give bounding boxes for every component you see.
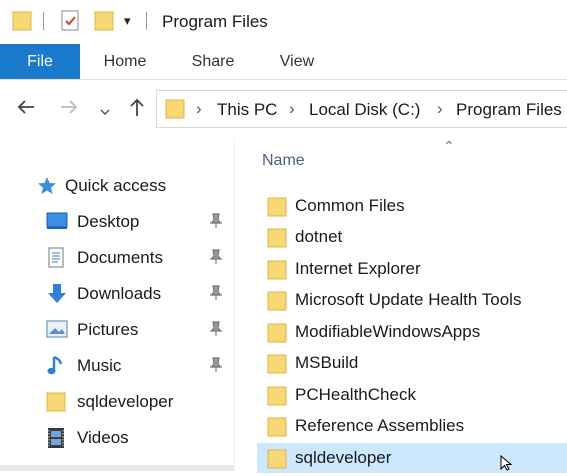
pin-icon[interactable] — [209, 213, 223, 234]
nav-item-label: Pictures — [77, 320, 139, 339]
folder-icon — [165, 98, 185, 125]
folder-icon — [267, 416, 287, 443]
nav-quick-access[interactable]: Quick access — [0, 168, 234, 204]
breadcrumb-this-pc[interactable]: This PC — [217, 100, 277, 120]
recent-locations-chevron-icon[interactable] — [99, 99, 111, 125]
separator — [43, 12, 44, 30]
file-row[interactable]: MSBuild — [257, 348, 567, 378]
folder-icon — [267, 259, 287, 286]
downloads-icon — [46, 283, 68, 310]
nav-item-label: Documents — [77, 248, 163, 267]
folder-icon — [267, 290, 287, 317]
file-row[interactable]: Reference Assemblies — [257, 411, 567, 441]
file-name: PCHealthCheck — [295, 385, 416, 404]
nav-item-label: Downloads — [77, 284, 162, 303]
folder-icon — [267, 322, 287, 349]
up-arrow-icon[interactable] — [127, 96, 147, 124]
folder-icon — [46, 391, 66, 418]
file-row[interactable]: Common Files — [257, 191, 567, 221]
file-name: ModifiableWindowsApps — [295, 322, 481, 341]
file-name: Reference Assemblies — [295, 416, 465, 435]
file-name: Microsoft Update Health Tools — [295, 290, 522, 309]
pin-icon[interactable] — [209, 249, 223, 270]
pin-icon[interactable] — [209, 285, 223, 306]
back-arrow-icon[interactable] — [16, 97, 36, 123]
pin-icon[interactable] — [209, 321, 223, 342]
navigation-pane: Quick access Desktop Documents Downloads — [0, 140, 234, 471]
nav-item-music[interactable]: Music — [0, 348, 234, 384]
documents-icon — [46, 247, 66, 274]
separator — [146, 12, 147, 30]
tab-view[interactable]: View — [264, 44, 330, 79]
desktop-icon — [46, 211, 68, 236]
new-folder-icon[interactable] — [94, 10, 114, 37]
nav-item-videos[interactable]: Videos — [0, 420, 234, 456]
nav-item-label: Music — [77, 356, 122, 375]
forward-arrow-icon[interactable] — [59, 97, 79, 123]
file-name: Common Files — [295, 196, 405, 215]
file-row[interactable]: dotnet — [257, 222, 567, 252]
window-title: Program Files — [162, 12, 268, 31]
file-row[interactable]: Internet Explorer — [257, 254, 567, 284]
nav-item-pictures[interactable]: Pictures — [0, 312, 234, 348]
nav-item-label: Videos — [77, 428, 129, 447]
breadcrumb-chevron-icon[interactable]: › — [289, 99, 295, 119]
file-row[interactable]: Microsoft Update Health Tools — [257, 285, 567, 315]
properties-icon[interactable] — [60, 10, 80, 37]
music-icon — [46, 355, 66, 382]
nav-item-label: Quick access — [65, 176, 167, 195]
breadcrumb-program-files[interactable]: Program Files — [456, 100, 562, 120]
folder-icon — [267, 196, 287, 223]
scrollbar[interactable] — [0, 465, 234, 471]
folder-icon — [267, 353, 287, 380]
tab-home[interactable]: Home — [92, 44, 158, 79]
file-name: dotnet — [295, 227, 343, 246]
nav-item-label: sqldeveloper — [77, 392, 174, 411]
breadcrumb-local-disk[interactable]: Local Disk (C:) — [309, 100, 420, 120]
pictures-icon — [46, 319, 68, 344]
file-row[interactable]: PCHealthCheck — [257, 380, 567, 410]
customize-toolbar-icon[interactable]: ▾ — [124, 13, 131, 29]
nav-item-desktop[interactable]: Desktop — [0, 204, 234, 240]
title-bar: ▾ Program Files — [0, 0, 567, 44]
nav-item-downloads[interactable]: Downloads — [0, 276, 234, 312]
file-name: Internet Explorer — [295, 259, 421, 278]
pin-icon[interactable] — [209, 357, 223, 378]
tab-file[interactable]: File — [0, 44, 80, 79]
nav-item-sqldeveloper[interactable]: sqldeveloper — [0, 384, 234, 420]
ribbon: File Home Share View — [0, 44, 567, 80]
file-list: ⌃ Name Common Files dotnet Internet Expl… — [235, 138, 567, 473]
sort-ascending-icon: ⌃ — [443, 138, 455, 154]
folder-icon — [267, 227, 287, 254]
nav-item-documents[interactable]: Documents — [0, 240, 234, 276]
file-row[interactable]: ModifiableWindowsApps — [257, 317, 567, 347]
nav-item-label: Desktop — [77, 212, 140, 231]
breadcrumb-chevron-icon[interactable]: › — [196, 99, 202, 119]
videos-icon — [46, 427, 66, 454]
breadcrumb-chevron-icon[interactable]: › — [437, 99, 443, 119]
folder-icon[interactable] — [12, 10, 32, 37]
star-icon — [37, 176, 57, 201]
mouse-cursor-icon — [500, 454, 514, 476]
file-name: MSBuild — [295, 353, 359, 372]
folder-icon — [267, 385, 287, 412]
column-header-name[interactable]: Name — [262, 152, 305, 170]
file-row-selected[interactable]: sqldeveloper — [257, 443, 567, 473]
tab-share[interactable]: Share — [180, 44, 246, 79]
file-name: sqldeveloper — [295, 448, 392, 467]
